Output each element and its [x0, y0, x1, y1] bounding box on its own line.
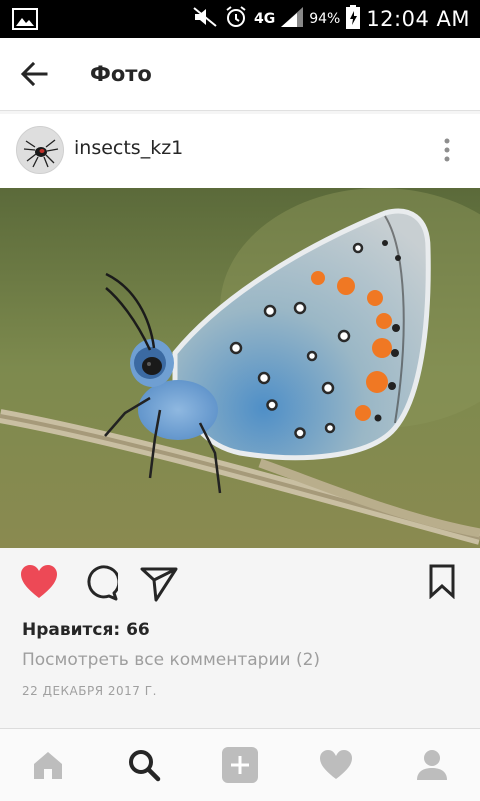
nav-profile[interactable] — [414, 747, 450, 783]
more-vertical-icon — [444, 138, 450, 162]
battery-percent: 94% — [309, 11, 341, 27]
comment-icon — [87, 565, 121, 601]
nav-home[interactable] — [30, 747, 66, 783]
save-button[interactable] — [428, 563, 456, 603]
mute-icon — [192, 6, 218, 32]
more-button[interactable] — [442, 136, 452, 166]
alarm-icon — [224, 5, 248, 33]
signal-icon — [281, 7, 304, 31]
view-comments-link[interactable]: Посмотреть все комментарии (2) — [22, 650, 320, 670]
like-button[interactable] — [20, 564, 58, 604]
nav-activity[interactable] — [318, 747, 354, 783]
back-button[interactable] — [18, 60, 50, 88]
username[interactable]: insects_kz1 — [74, 137, 183, 159]
post-photo[interactable] — [0, 188, 480, 548]
share-button[interactable] — [140, 566, 178, 606]
status-bar: 4G 94% 12:04 AM — [0, 0, 480, 38]
arrow-left-icon — [20, 61, 48, 87]
avatar[interactable] — [16, 126, 64, 174]
bottom-nav — [0, 728, 480, 801]
heart-icon — [21, 565, 57, 598]
send-icon — [140, 567, 178, 602]
comment-button[interactable] — [82, 565, 121, 605]
app-header: Фото — [0, 38, 480, 111]
post-actions: Нравится: 66 Посмотреть все комментарии … — [0, 548, 480, 728]
post-header: insects_kz1 — [0, 114, 480, 188]
nav-add[interactable] — [222, 747, 258, 783]
post-date: 22 ДЕКАБРЯ 2017 Г. — [22, 684, 157, 698]
activity-icon — [320, 750, 352, 779]
profile-icon — [417, 750, 447, 780]
search-icon — [129, 750, 161, 782]
home-icon — [34, 752, 62, 779]
battery-icon — [346, 5, 361, 33]
network-type: 4G — [253, 11, 276, 27]
page-title: Фото — [90, 62, 152, 86]
nav-search[interactable] — [126, 747, 162, 783]
bookmark-icon — [429, 564, 455, 600]
add-icon — [222, 747, 258, 783]
likes-count[interactable]: Нравится: 66 — [22, 620, 150, 640]
clock: 12:04 AM — [366, 7, 470, 31]
image-icon — [12, 8, 38, 34]
